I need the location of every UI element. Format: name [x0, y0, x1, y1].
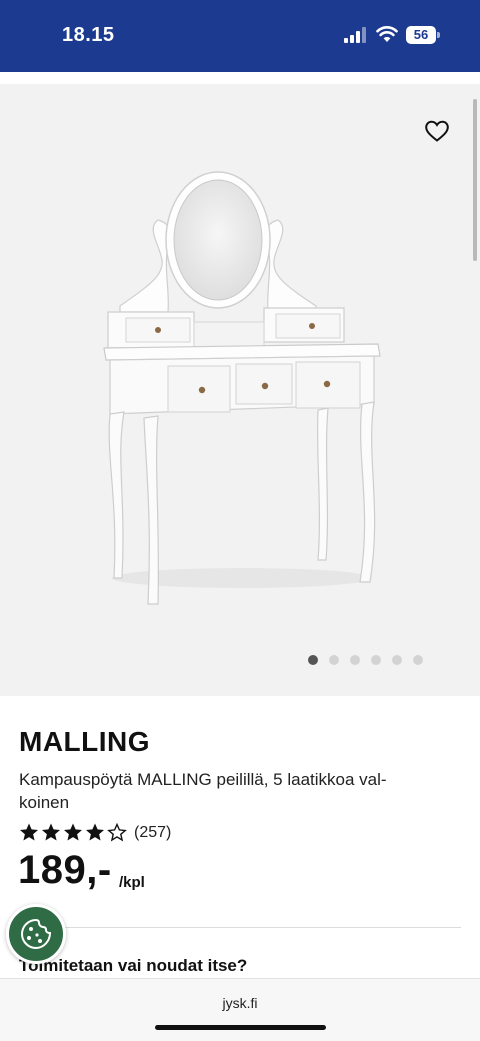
wifi-icon — [376, 26, 398, 42]
description-line-2: koinen — [19, 793, 70, 812]
price-unit: /kpl — [119, 874, 145, 891]
header-gap — [0, 72, 480, 84]
star-filled-icon — [42, 823, 60, 841]
gallery-dot[interactable] — [308, 655, 318, 665]
battery-indicator: 56 — [406, 26, 440, 44]
rating-stars — [20, 822, 127, 842]
star-filled-icon — [86, 823, 104, 841]
cookie-settings-button[interactable] — [6, 904, 66, 964]
home-indicator[interactable] — [155, 1025, 326, 1030]
gallery-dot[interactable] — [392, 655, 402, 665]
url-text[interactable]: jysk.fi — [0, 995, 480, 1011]
product-price: 189,- — [18, 848, 112, 892]
delivery-heading[interactable]: Toimitetaan vai noudat itse? — [19, 956, 247, 976]
cellular-signal-icon — [344, 27, 366, 43]
gallery-dot[interactable] — [329, 655, 339, 665]
browser-url-bar[interactable]: jysk.fi — [0, 978, 480, 1041]
star-filled-icon — [64, 823, 82, 841]
gallery-pagination — [0, 655, 480, 667]
battery-nub — [437, 32, 440, 38]
gallery-dot[interactable] — [350, 655, 360, 665]
product-description: Kampauspöytä MALLING peilillä, 5 laatikk… — [19, 768, 459, 814]
heart-outline-icon[interactable] — [424, 119, 450, 143]
reviews-count[interactable]: (257) — [134, 824, 171, 842]
cookie-icon — [20, 918, 52, 950]
description-line-1: Kampauspöytä MALLING peilillä, 5 laatikk… — [19, 770, 387, 789]
product-brand: MALLING — [19, 726, 151, 757]
status-bar: 18.15 56 — [0, 0, 480, 72]
star-outline-icon — [107, 822, 127, 842]
star-filled-icon — [20, 823, 38, 841]
section-divider — [19, 927, 461, 928]
battery-level: 56 — [406, 26, 436, 44]
gallery-scrollbar[interactable] — [473, 99, 477, 261]
product-image — [103, 171, 381, 605]
status-time: 18.15 — [62, 24, 115, 46]
gallery-dot[interactable] — [371, 655, 381, 665]
gallery-dot[interactable] — [413, 655, 423, 665]
